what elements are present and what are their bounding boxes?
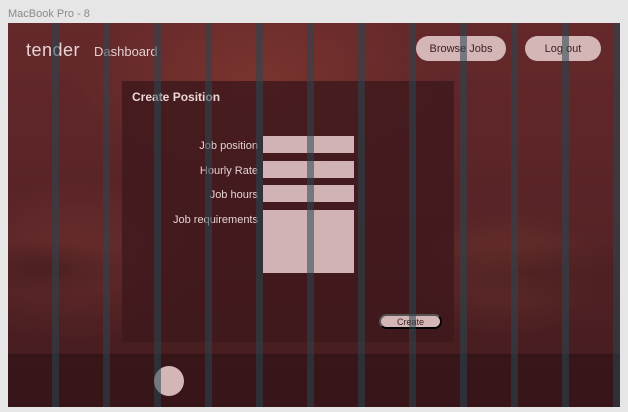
job-hours-label: Job hours	[209, 189, 258, 201]
nav-dashboard-link[interactable]: Dashboard	[94, 44, 158, 59]
job-position-label: Job position	[199, 140, 258, 152]
frame-label: MacBook Pro - 8	[8, 8, 90, 20]
job-hours-input[interactable]	[263, 185, 354, 202]
browse-jobs-button[interactable]: Browse Jobs	[416, 36, 506, 61]
job-position-input[interactable]	[263, 136, 354, 153]
artboard: tender Dashboard Browse Jobs Log out Cre…	[8, 23, 620, 407]
create-position-panel: Create Position Job position Hourly Rate…	[122, 81, 454, 342]
hourly-rate-input[interactable]	[263, 161, 354, 178]
job-requirements-textarea[interactable]	[263, 210, 354, 273]
brand-logo[interactable]: tender	[26, 40, 80, 61]
panel-title: Create Position	[132, 90, 221, 104]
job-requirements-label: Job requirements	[173, 214, 258, 226]
avatar[interactable]	[154, 366, 184, 396]
logout-button[interactable]: Log out	[525, 36, 601, 61]
footer-bar	[8, 354, 620, 407]
hourly-rate-label: Hourly Rate	[199, 165, 258, 177]
create-button[interactable]: Create	[379, 314, 442, 329]
